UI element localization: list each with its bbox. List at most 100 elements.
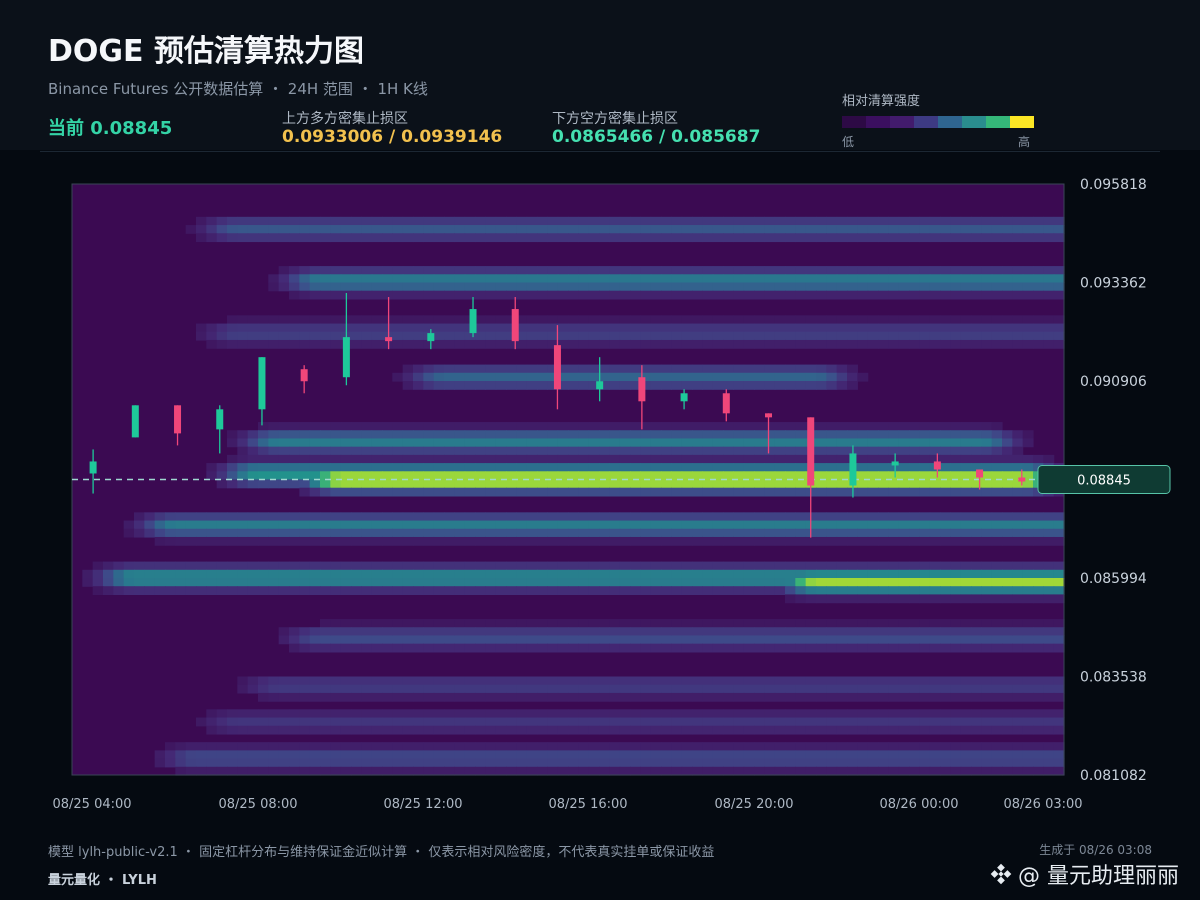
- heatmap-cell: [351, 339, 362, 349]
- heatmap-cell: [867, 331, 879, 341]
- heatmap-cell: [630, 766, 641, 776]
- heatmap-cell: [640, 290, 652, 300]
- heatmap-cell: [464, 528, 476, 538]
- heatmap-cell: [950, 430, 962, 440]
- heatmap-cell: [888, 422, 900, 431]
- heatmap-cell: [537, 520, 548, 530]
- heatmap-cell: [661, 578, 672, 587]
- heatmap-cell: [185, 528, 197, 538]
- heatmap-cell: [361, 274, 373, 284]
- heatmap-cell: [805, 627, 817, 637]
- heatmap-cell: [888, 479, 900, 489]
- heatmap-cell: [909, 594, 920, 604]
- heatmap-cell: [340, 742, 352, 751]
- heatmap-cell: [144, 569, 156, 579]
- heatmap-cell: [227, 323, 238, 333]
- heatmap-cell: [1002, 266, 1013, 275]
- heatmap-cell: [454, 463, 466, 472]
- heatmap-cell: [144, 520, 156, 530]
- heatmap-cell: [950, 479, 962, 489]
- heatmap-cell: [847, 578, 858, 587]
- heatmap-cell: [340, 586, 352, 596]
- heatmap-cell: [857, 692, 869, 702]
- heatmap-cell: [795, 290, 807, 300]
- heatmap-cell: [392, 274, 404, 284]
- heatmap-cell: [371, 339, 383, 349]
- heatmap-cell: [526, 331, 538, 341]
- heatmap-cell: [423, 561, 435, 571]
- heatmap-cell: [826, 274, 838, 284]
- heatmap-cell: [795, 216, 807, 226]
- heatmap-cell: [816, 323, 827, 333]
- heatmap-cell: [867, 282, 879, 292]
- heatmap-cell: [950, 471, 962, 481]
- heatmap-cell: [919, 339, 931, 349]
- heatmap-cell: [774, 471, 786, 481]
- heatmap-cell: [382, 422, 393, 431]
- heatmap-cell: [526, 766, 538, 776]
- heatmap-cell: [351, 422, 362, 431]
- heatmap-cell: [547, 487, 559, 497]
- heatmap-cell: [599, 676, 610, 686]
- heatmap-cell: [733, 422, 745, 431]
- heatmap-cell: [289, 282, 300, 292]
- candle-body: [216, 409, 224, 430]
- heatmap-cell: [206, 528, 218, 538]
- heatmap-cell: [991, 274, 1003, 284]
- heatmap-cell: [619, 274, 631, 284]
- heatmap-cell: [423, 422, 435, 431]
- heatmap-cell: [506, 717, 517, 727]
- heatmap-cell: [929, 446, 941, 456]
- heatmap-cell: [227, 454, 238, 464]
- heatmap-cell: [206, 758, 218, 768]
- heatmap-cell: [537, 364, 548, 374]
- heatmap-cell: [402, 225, 414, 234]
- heatmap-cell: [216, 569, 228, 579]
- heatmap-cell: [1043, 578, 1055, 587]
- heatmap-cell: [1043, 282, 1055, 292]
- heatmap-cell: [723, 479, 734, 489]
- heatmap-cell: [247, 233, 259, 243]
- heatmap-cell: [433, 676, 445, 686]
- heatmap-cell: [516, 758, 528, 768]
- heatmap-cell: [1053, 569, 1065, 579]
- heatmap-cell: [382, 438, 393, 448]
- heatmap-cell: [898, 586, 910, 596]
- heatmap-cell: [392, 315, 404, 325]
- heatmap-cell: [836, 487, 848, 497]
- heatmap-cell: [444, 487, 455, 497]
- heatmap-cell: [526, 684, 538, 694]
- heatmap-cell: [919, 471, 931, 481]
- heatmap-cell: [547, 225, 559, 234]
- heatmap-cell: [816, 561, 827, 571]
- heatmap-cell: [826, 463, 838, 472]
- heatmap-cell: [485, 225, 497, 234]
- heatmap-cell: [216, 471, 228, 481]
- heatmap-cell: [826, 290, 838, 300]
- heatmap-cell: [516, 438, 528, 448]
- heatmap-cell: [1043, 274, 1055, 284]
- heatmap-cell: [1012, 323, 1024, 333]
- heatmap-cell: [619, 225, 631, 234]
- heatmap-cell: [702, 430, 714, 440]
- heatmap-cell: [754, 643, 765, 653]
- heatmap-cell: [836, 569, 848, 579]
- heatmap-cell: [1002, 561, 1013, 571]
- heatmap-cell: [92, 578, 104, 587]
- heatmap-cell: [981, 750, 993, 760]
- heatmap-cell: [630, 512, 641, 522]
- heatmap-cell: [619, 438, 631, 448]
- heatmap-cell: [733, 766, 745, 776]
- heatmap-cell: [1012, 274, 1024, 284]
- heatmap-cell: [795, 717, 807, 727]
- heatmap-cell: [444, 709, 455, 719]
- heatmap-cell: [878, 725, 889, 735]
- heatmap-cell: [661, 471, 672, 481]
- heatmap-cell: [1012, 446, 1024, 456]
- heatmap-cell: [1012, 594, 1024, 604]
- heatmap-cell: [526, 569, 538, 579]
- heatmap-cell: [392, 331, 404, 341]
- heatmap-cell: [423, 586, 435, 596]
- heatmap-cell: [495, 233, 507, 243]
- heatmap-cell: [785, 692, 796, 702]
